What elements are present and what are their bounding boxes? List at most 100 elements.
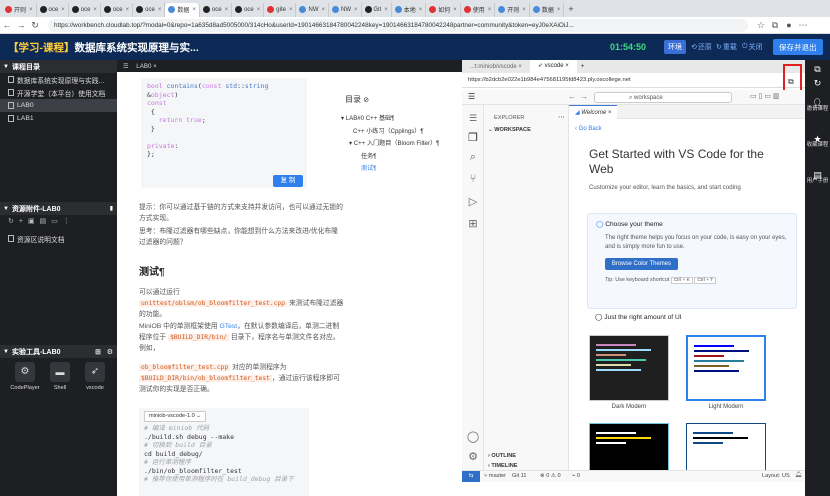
back-icon[interactable]: ← [0, 20, 14, 30]
tool-shell[interactable]: ▬ Shell [45, 362, 75, 391]
manage-gear-icon[interactable]: ⚙ [462, 450, 484, 463]
url-input[interactable]: https://workbench.cloudlab.top/?modal=0&… [48, 18, 748, 32]
problems-status[interactable]: ⊗ 0 ⚠ 0 [540, 473, 561, 479]
open-icon[interactable]: ⧉ [805, 64, 830, 73]
extensions-icon[interactable]: ⧉ [768, 20, 782, 31]
runtime-select[interactable]: miniob-vscode-1.0 ⌄ [144, 411, 206, 422]
tab-close-icon[interactable]: × [354, 7, 358, 13]
ports-status[interactable]: ⌁ 0 [572, 473, 580, 479]
course-item[interactable]: 开源学堂（本平台）使用文档 [0, 86, 117, 99]
extensions-icon[interactable]: ⊞ [462, 217, 484, 230]
course-item[interactable]: 数据库系统实现原理与实践... [0, 73, 117, 86]
just-right-item[interactable]: ◯ Just the right amount of UI [595, 313, 682, 321]
tab-close-icon[interactable]: × [522, 7, 526, 13]
browser-tab[interactable]: Git × [362, 2, 392, 17]
tab-close-icon[interactable]: × [488, 7, 492, 13]
reset-button[interactable]: ⟲ 还原 [691, 40, 712, 54]
timeline-section[interactable]: › TIMELINE [488, 463, 518, 469]
browser-tab[interactable]: 数据 × [530, 2, 565, 17]
star-icon[interactable]: ☆ [754, 20, 768, 31]
folder-icon[interactable]: ▭ [51, 218, 63, 225]
refresh-icon[interactable]: ↻ [8, 218, 19, 225]
tab-close-icon[interactable]: × [384, 7, 388, 13]
tab-close-icon[interactable]: × [321, 7, 325, 13]
outer-tab-1[interactable]: ..:t:miniob/vscode × [462, 64, 530, 70]
image-icon[interactable]: ▣ [28, 218, 40, 225]
tab-close-icon[interactable]: × [419, 7, 423, 13]
browser-tab[interactable]: 开则 × [495, 2, 530, 17]
restart-button[interactable]: ↻ 重载 [716, 40, 737, 54]
tab-close-icon[interactable]: × [453, 7, 457, 13]
close-button[interactable]: ⏻ 关闭 [742, 40, 763, 54]
refresh-icon[interactable]: ↻ [805, 78, 830, 87]
browser-tab[interactable]: oce × [37, 2, 69, 17]
browser-tab[interactable]: 使用 × [461, 2, 496, 17]
go-back-link[interactable]: ‹ Go Back [575, 126, 602, 132]
browser-tab[interactable]: oce × [101, 2, 134, 17]
theme-light-modern[interactable] [686, 335, 766, 401]
tab-close-icon[interactable]: × [158, 7, 162, 13]
account-icon[interactable]: ◯ [462, 430, 484, 443]
menu-icon[interactable]: ⋯ [796, 20, 810, 31]
outline-section[interactable]: › OUTLINE [488, 453, 516, 459]
browser-tab[interactable]: gite × [264, 2, 297, 17]
nav-forward-icon[interactable]: → [580, 92, 588, 101]
remote-indicator[interactable]: ⇆ [462, 471, 480, 482]
theme-dark-modern[interactable] [589, 335, 669, 401]
hamburger-icon[interactable]: ☰ [462, 113, 484, 124]
eye-off-icon[interactable]: ⊘ [363, 97, 369, 104]
save-exit-button[interactable]: 保存并退出 [773, 39, 823, 55]
profile-icon[interactable]: ● [782, 20, 796, 30]
theme-light-high-contrast[interactable] [686, 423, 766, 470]
toc-item[interactable]: 任务¶ [337, 151, 462, 164]
tool-codeplayer[interactable]: ⚙ CodePlayer [10, 362, 40, 391]
doc-tab[interactable]: ☰ LAB0 × [117, 60, 462, 72]
env-button[interactable]: 环境 [664, 40, 686, 54]
tab-close-icon[interactable]: × [192, 7, 196, 13]
run-debug-icon[interactable]: ▷ [462, 195, 484, 208]
outer-tab-vscode[interactable]: ➶ vscode × [529, 60, 577, 73]
toc-item[interactable]: ▾ C++ 入门题目（Bloom Filter）¶ [337, 138, 462, 151]
browser-tab[interactable]: oce × [232, 2, 265, 17]
course-directory-header[interactable]: ▼ 课程目录 [0, 60, 117, 73]
copy-button[interactable]: 复 制 [273, 175, 303, 187]
collapse-icon[interactable]: ▮ [110, 205, 113, 212]
browser-tab[interactable]: 如何 × [426, 2, 461, 17]
user-manual-button[interactable]: ▤ 用户手册 [805, 170, 830, 184]
command-center-search[interactable]: ⌕ workspace [594, 92, 732, 103]
tab-close-icon[interactable]: × [557, 7, 561, 13]
explorer-more-icon[interactable]: ⋯ [558, 113, 565, 121]
search-icon[interactable]: ⌕ [462, 151, 484, 164]
settings-icon[interactable]: ⚙ [107, 348, 113, 356]
browser-tab[interactable]: NW × [329, 2, 362, 17]
layout-status[interactable]: Layout: US [762, 473, 790, 479]
resources-header[interactable]: ▼ 资源附件-LAB0 ▮ [0, 202, 117, 215]
favorite-course-button[interactable]: ★ 收藏课程 [805, 134, 830, 148]
add-icon[interactable]: + [19, 218, 28, 225]
browser-tab[interactable]: oce × [133, 2, 166, 17]
resource-item[interactable]: 资源区说明文档 [0, 232, 117, 245]
notifications-icon[interactable]: 🔔︎ [795, 472, 802, 478]
add-tool-icon[interactable]: ⊞ [95, 348, 101, 356]
browse-color-themes-button[interactable]: Browse Color Themes [605, 258, 678, 270]
more-icon[interactable]: ⋮ [63, 218, 75, 225]
reload-icon[interactable]: ↻ [28, 20, 42, 31]
new-tab-icon[interactable]: + [568, 4, 573, 14]
tab-close-icon[interactable]: × [225, 7, 229, 13]
source-control-icon[interactable]: ⑂ [462, 173, 484, 185]
toc-item[interactable]: 测试¶ [337, 163, 462, 176]
tab-close-icon[interactable]: × [29, 7, 33, 13]
theme-dark-high-contrast[interactable] [589, 423, 669, 470]
browser-tab[interactable]: oce × [69, 2, 101, 17]
upload-icon[interactable]: ▤ [40, 218, 52, 225]
nav-back-icon[interactable]: ← [568, 92, 576, 101]
browser-tab[interactable]: 本地 × [392, 2, 427, 17]
browser-tab[interactable]: 开则 × [2, 2, 37, 17]
new-tab-icon[interactable]: + [581, 64, 585, 70]
gtest-link[interactable]: GTest [219, 323, 237, 330]
browser-tab[interactable]: oce × [200, 2, 233, 17]
browser-tab[interactable]: NW × [296, 2, 329, 17]
toc-item[interactable]: C++ 小练习（Cpplings）¶ [337, 126, 462, 139]
course-item[interactable]: LAB0 [0, 99, 117, 112]
git-status[interactable]: Git 11 [512, 473, 527, 479]
